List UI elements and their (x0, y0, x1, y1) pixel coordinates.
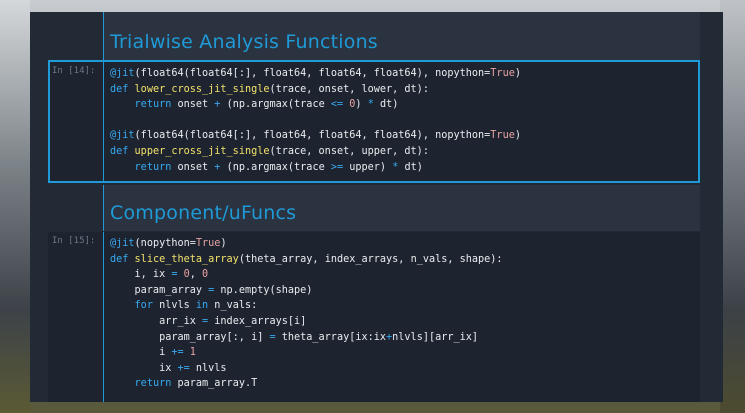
code-token: += (171, 347, 184, 359)
code-token: ) (355, 99, 368, 111)
code-token: return (134, 378, 172, 390)
code-token: i, ix (110, 269, 172, 281)
code-token: ) (514, 68, 521, 79)
code-line: return onset + (np.argmax(trace >= upper… (110, 160, 521, 176)
code-token: nlvls][arr_ix] (392, 331, 479, 343)
code-token: += (177, 362, 190, 374)
section-title-trialwise: Trialwise Analysis Functions (110, 31, 378, 53)
code-token: n_vals: (208, 300, 258, 312)
code-token: nlvls (189, 362, 227, 374)
code-line: def slice_theta_array(theta_array, index… (110, 252, 503, 268)
code-token: nlvls (152, 300, 196, 312)
code-token: , (189, 269, 203, 281)
code-token: (np.argmax(trace (220, 161, 331, 173)
code-line: param_array = np.empty(shape) (110, 283, 503, 299)
code-line: def lower_cross_jit_single(trace, onset,… (110, 82, 521, 98)
code-token: return (134, 161, 172, 173)
code-line: i += 1 (110, 345, 503, 361)
code-line: @jit(float64(float64[:], float64, float6… (110, 128, 521, 144)
cell-prompt-14: In [14]: (52, 66, 96, 76)
code-token: @jit (110, 238, 135, 249)
code-line: ix += nlvls (110, 361, 503, 377)
code-token: def (110, 83, 135, 95)
code-line: for nlvls in n_vals: (110, 298, 503, 314)
code-token: arr_ix (110, 315, 203, 327)
cell-divider (103, 12, 104, 62)
code-token: param_array (110, 284, 209, 296)
code-token: def (110, 253, 135, 265)
code-line: return param_array.T (110, 376, 503, 392)
code-token: @jit (110, 68, 135, 79)
code-token: 1 (189, 347, 196, 359)
code-token: def (110, 145, 135, 157)
code-token: (trace, onset, upper, dt): (269, 145, 429, 157)
code-token: True (490, 130, 515, 142)
section-title-component: Component/uFuncs (110, 202, 297, 224)
code-line: arr_ix = index_arrays[i] (110, 314, 503, 330)
code-token: ) (514, 130, 521, 142)
code-token: (np.argmax(trace (220, 99, 331, 111)
code-token: in (195, 300, 209, 312)
code-token: for (134, 300, 153, 312)
code-token: param_array.T (171, 378, 258, 390)
code-token: True (490, 68, 515, 79)
code-editor-14[interactable]: @jit(float64(float64[:], float64, float6… (110, 66, 521, 175)
code-line: @jit(float64(float64[:], float64, float6… (110, 66, 521, 82)
code-line: param_array[:, i] = theta_array[ix:ix+nl… (110, 330, 503, 346)
cell-prompt-15: In [15]: (52, 236, 96, 246)
code-token: onset (171, 99, 215, 111)
background-right (720, 0, 745, 413)
code-token: (nopython= (134, 238, 196, 249)
code-editor-15[interactable]: @jit(nopython=True) def slice_theta_array… (110, 236, 503, 392)
code-token: theta_array[ix:ix (275, 331, 387, 343)
code-token: upper) (343, 161, 393, 173)
code-token: param_array[:, i] (110, 331, 270, 343)
code-token: dt) (398, 161, 423, 173)
code-token: ) (220, 238, 227, 249)
code-token: <= (330, 99, 344, 111)
code-line: return onset + (np.argmax(trace <= 0) * … (110, 97, 521, 113)
code-token: True (195, 238, 221, 249)
code-token: @jit (110, 130, 135, 142)
code-token: np.empty(shape) (214, 284, 313, 296)
code-line: i, ix = 0, 0 (110, 267, 503, 283)
cell-divider (103, 232, 104, 402)
code-token: (trace, onset, lower, dt): (269, 83, 429, 95)
code-line: def upper_cross_jit_single(trace, onset,… (110, 144, 521, 160)
code-token: slice_theta_array (134, 253, 239, 265)
code-token: (float64(float64[:], float64, float64, f… (134, 68, 491, 79)
code-token: index_arrays[i] (208, 315, 307, 327)
code-token: (float64(float64[:], float64, float64, f… (134, 130, 491, 142)
code-token: lower_cross_jit_single (134, 83, 270, 95)
background-left (0, 0, 30, 413)
cell-divider (103, 62, 104, 181)
cell-divider (103, 185, 104, 231)
code-token: upper_cross_jit_single (134, 145, 270, 157)
code-token: (theta_array, index_arrays, n_vals, shap… (238, 253, 503, 265)
code-token: ix (110, 362, 178, 374)
notebook-panel: Trialwise Analysis Functions In [14]: @j… (30, 12, 723, 402)
code-token: dt) (373, 99, 399, 111)
code-token: onset (171, 161, 215, 173)
code-line: @jit(nopython=True) (110, 236, 503, 252)
code-token: >= (330, 161, 344, 173)
code-token: 0 (202, 269, 209, 281)
code-token: i (110, 347, 172, 359)
code-token: return (134, 99, 172, 111)
